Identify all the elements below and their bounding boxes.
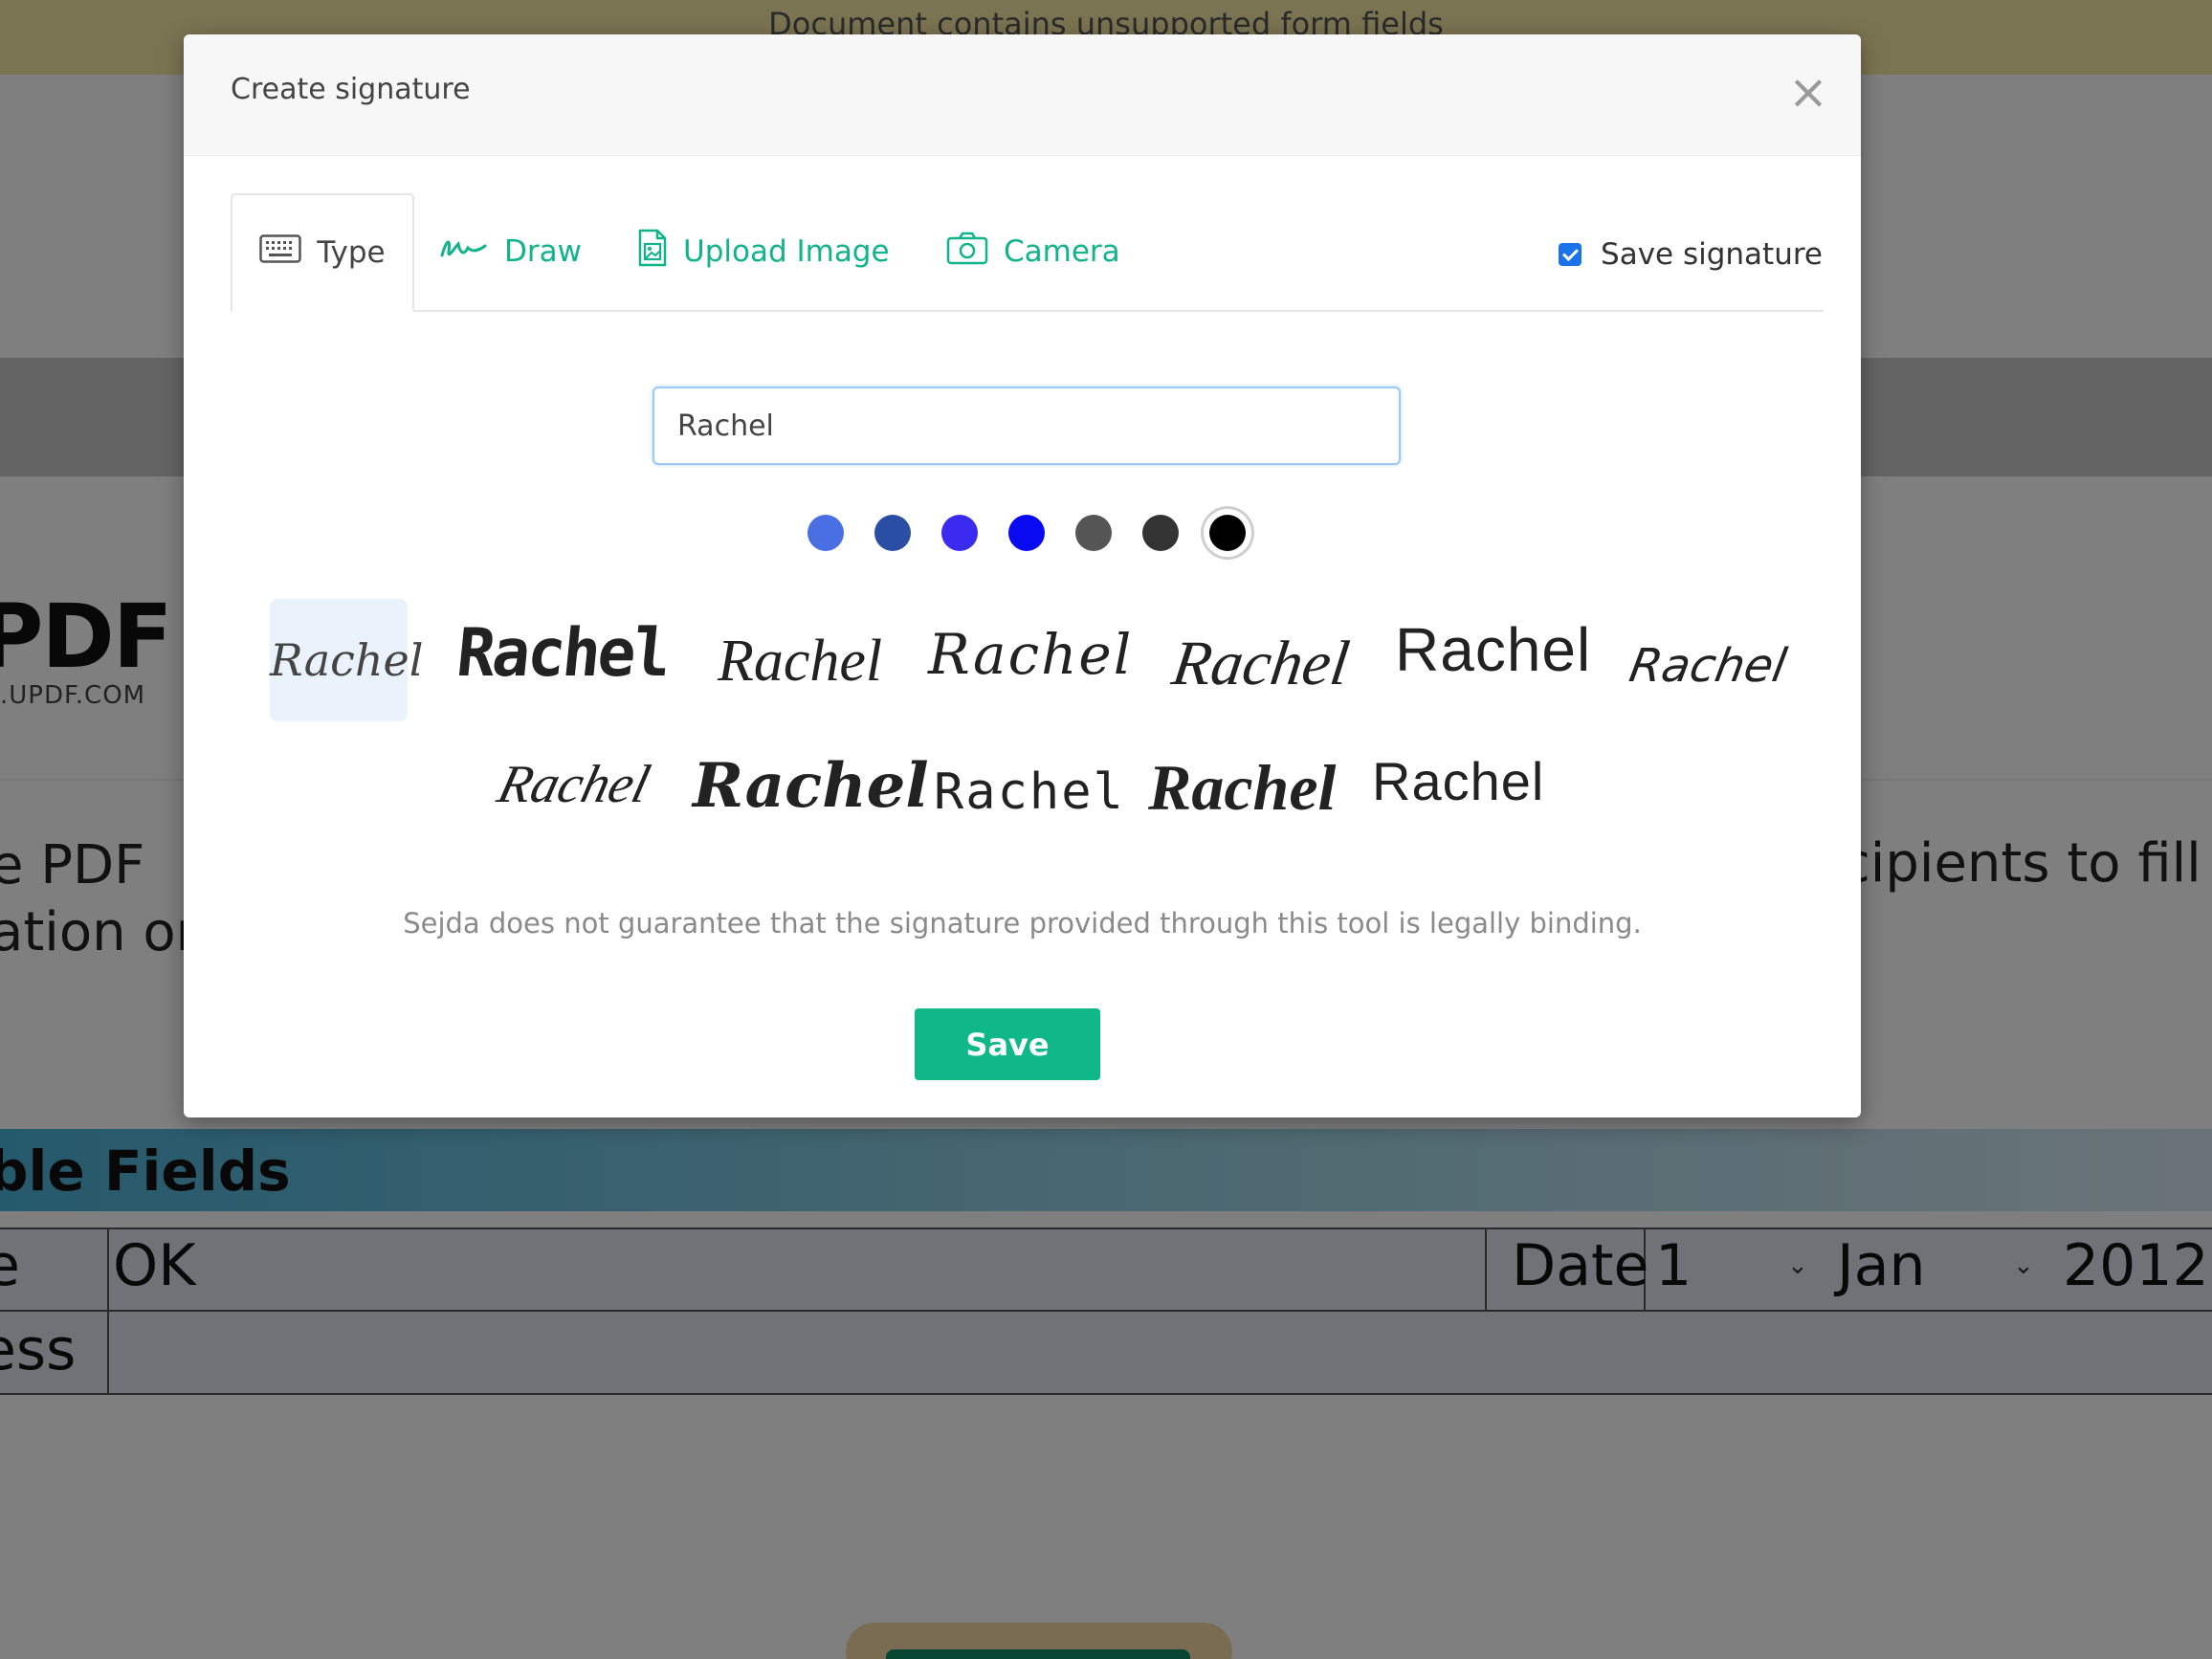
- signature-style-option[interactable]: Rachel: [718, 628, 882, 696]
- signature-style-option[interactable]: Rachel: [453, 614, 673, 692]
- tab-upload-image[interactable]: Upload Image: [637, 193, 890, 310]
- tab-draw-label: Draw: [504, 234, 582, 269]
- color-swatch[interactable]: [807, 515, 844, 551]
- keyboard-icon: [259, 234, 302, 271]
- signature-style-option[interactable]: Rachel: [1626, 639, 1790, 693]
- color-swatch[interactable]: [1142, 515, 1179, 551]
- tab-draw[interactable]: Draw: [439, 193, 582, 310]
- signature-style-option[interactable]: Rachel: [1395, 614, 1591, 685]
- save-signature-label: Save signature: [1601, 237, 1823, 272]
- image-file-icon: [637, 229, 668, 275]
- camera-icon: [946, 231, 988, 273]
- color-swatch[interactable]: [1008, 515, 1045, 551]
- save-signature-option[interactable]: Save signature: [1559, 237, 1823, 272]
- tab-camera-label: Camera: [1004, 234, 1120, 269]
- tab-type-label: Type: [317, 235, 386, 270]
- tab-camera[interactable]: Camera: [946, 193, 1120, 310]
- signature-style-option[interactable]: Rachel: [693, 750, 929, 822]
- tab-type[interactable]: Type: [231, 193, 414, 312]
- tab-upload-image-label: Upload Image: [683, 234, 890, 269]
- create-signature-modal: Create signature × Type Draw Upload Imag…: [184, 34, 1861, 1117]
- close-icon[interactable]: ×: [1788, 68, 1828, 116]
- color-swatch[interactable]: [1075, 515, 1112, 551]
- signature-style-option[interactable]: Rachel: [1372, 750, 1544, 812]
- modal-title: Create signature: [231, 73, 471, 106]
- signature-style-option[interactable]: Rachel: [270, 599, 423, 721]
- save-button[interactable]: Save: [915, 1008, 1100, 1080]
- signature-name-input[interactable]: [653, 387, 1401, 465]
- color-swatch[interactable]: [874, 515, 911, 551]
- legal-disclaimer: Sejda does not guarantee that the signat…: [403, 907, 1642, 940]
- modal-header: Create signature ×: [184, 34, 1861, 156]
- signature-style-option[interactable]: Rachel: [1168, 628, 1354, 700]
- signature-style-option[interactable]: Rachel: [934, 763, 1125, 821]
- signature-icon: [439, 231, 489, 273]
- color-swatch[interactable]: [941, 515, 978, 551]
- signature-style-option[interactable]: Rachel: [492, 754, 655, 815]
- signature-style-option[interactable]: Rachel: [928, 622, 1133, 687]
- save-signature-checkbox[interactable]: [1559, 243, 1582, 266]
- signature-style-option[interactable]: Rachel: [1148, 750, 1336, 826]
- color-swatch[interactable]: [1209, 515, 1246, 551]
